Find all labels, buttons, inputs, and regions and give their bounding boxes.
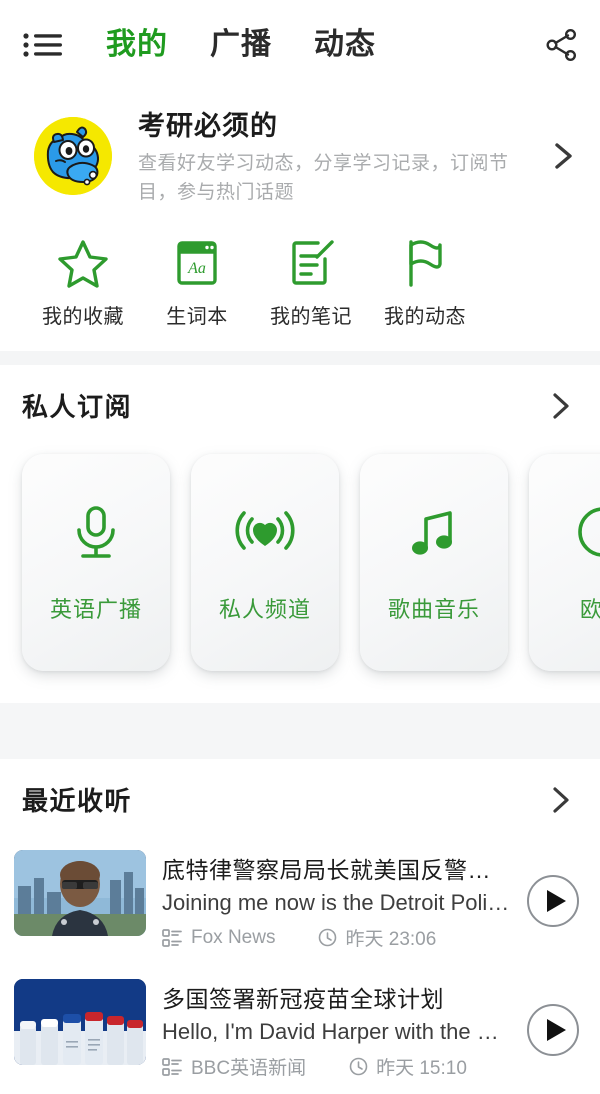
quick-action-favorites[interactable]: 我的收藏 xyxy=(26,237,140,329)
section-title: 最近收听 xyxy=(22,786,133,816)
subscription-card-list: 英语广播 私人频道 歌曲音乐 欧 xyxy=(0,442,600,697)
police-officer-thumbnail[interactable] xyxy=(14,850,146,936)
heart-broadcast-icon xyxy=(234,502,296,564)
flag-icon xyxy=(398,237,452,289)
section-divider xyxy=(0,703,600,759)
list-item-meta: Fox News 昨天 23:06 xyxy=(162,924,510,951)
hippo-avatar-icon xyxy=(34,116,112,195)
profile-row[interactable]: 考研必须的 查看好友学习动态，分享学习记录，订阅节目，参与热门话题 xyxy=(0,90,600,225)
nav-tab-list: 我的 广播 动态 xyxy=(106,30,544,60)
list-item[interactable]: 底特律警察局局长就美国反警察… Joining me now is the De… xyxy=(0,836,600,965)
quick-action-notes[interactable]: 我的笔记 xyxy=(254,237,368,329)
quick-action-label: 生词本 xyxy=(166,306,228,328)
list-menu-icon[interactable] xyxy=(22,30,64,60)
chevron-right-icon[interactable] xyxy=(548,782,574,818)
circle-icon xyxy=(572,502,600,564)
quick-action-label: 我的收藏 xyxy=(42,306,124,328)
subscription-card-english-radio[interactable]: 英语广播 xyxy=(22,454,170,671)
avatar[interactable] xyxy=(34,116,112,195)
quick-action-label: 我的笔记 xyxy=(270,306,352,328)
subscription-carousel[interactable]: 英语广播 私人频道 歌曲音乐 欧 xyxy=(0,442,600,703)
list-item-text: 底特律警察局局长就美国反警察… Joining me now is the De… xyxy=(162,850,510,951)
source-group: Fox News xyxy=(162,927,275,949)
star-icon xyxy=(56,237,110,289)
list-item-subtitle: Joining me now is the Detroit Poli… xyxy=(162,890,510,915)
recent-header[interactable]: 最近收听 xyxy=(0,759,600,836)
chevron-right-icon[interactable] xyxy=(548,388,574,424)
subscription-card-western[interactable]: 欧美 xyxy=(529,454,600,671)
section-divider xyxy=(0,351,600,365)
microphone-icon xyxy=(65,502,127,564)
time-group: 昨天 23:06 xyxy=(318,924,436,951)
subscription-card-private-channel[interactable]: 私人频道 xyxy=(191,454,339,671)
clock-icon xyxy=(318,928,337,947)
quick-action-vocabulary[interactable]: Aa 生词本 xyxy=(140,237,254,329)
svg-text:Aa: Aa xyxy=(187,260,206,277)
list-item-subtitle: Hello, I'm David Harper with the B… xyxy=(162,1019,510,1044)
list-item-title: 底特律警察局局长就美国反警察… xyxy=(162,857,510,883)
subscriptions-header[interactable]: 私人订阅 xyxy=(0,365,600,442)
chevron-right-icon[interactable] xyxy=(548,136,578,176)
album-list-icon xyxy=(162,928,182,948)
vocabulary-book-icon: Aa xyxy=(170,237,224,289)
profile-description: 查看好友学习动态，分享学习记录，订阅节目，参与热门话题 xyxy=(138,153,509,203)
list-item-title: 多国签署新冠疫苗全球计划 xyxy=(162,986,444,1012)
vaccine-vials-thumbnail[interactable] xyxy=(14,979,146,1065)
share-icon[interactable] xyxy=(544,28,578,62)
quick-action-feed[interactable]: 我的动态 xyxy=(368,237,482,329)
list-item[interactable]: 多国签署新冠疫苗全球计划 Hello, I'm David Harper wit… xyxy=(0,965,600,1094)
subscription-card-music[interactable]: 歌曲音乐 xyxy=(360,454,508,671)
subscription-card-label: 英语广播 xyxy=(49,596,142,622)
list-item-time: 昨天 23:06 xyxy=(345,929,437,950)
tab-feed[interactable]: 动态 xyxy=(314,30,376,60)
tab-mine[interactable]: 我的 xyxy=(106,30,168,60)
profile-text-block: 考研必须的 查看好友学习动态，分享学习记录，订阅节目，参与热门话题 xyxy=(138,104,540,207)
play-circle-icon[interactable] xyxy=(526,874,580,928)
play-circle-icon[interactable] xyxy=(526,1003,580,1057)
note-edit-icon xyxy=(284,237,338,289)
quick-action-label: 我的动态 xyxy=(384,306,466,328)
recent-list: 底特律警察局局长就美国反警察… Joining me now is the De… xyxy=(0,836,600,1094)
subscription-card-label: 欧美 xyxy=(579,596,600,622)
top-navigation-bar: 我的 广播 动态 xyxy=(0,0,600,90)
list-item-source: Fox News xyxy=(191,926,276,948)
subscription-card-label: 私人频道 xyxy=(218,596,311,622)
quick-actions-row: 我的收藏 Aa 生词本 我的笔记 我的动态 xyxy=(0,225,600,351)
list-item-text: 多国签署新冠疫苗全球计划 Hello, I'm David Harper wit… xyxy=(162,979,510,1080)
section-title: 私人订阅 xyxy=(22,392,133,422)
music-note-icon xyxy=(403,502,465,564)
profile-name: 考研必须的 xyxy=(138,111,278,141)
subscription-card-label: 歌曲音乐 xyxy=(387,596,480,622)
tab-broadcast[interactable]: 广播 xyxy=(210,30,272,60)
